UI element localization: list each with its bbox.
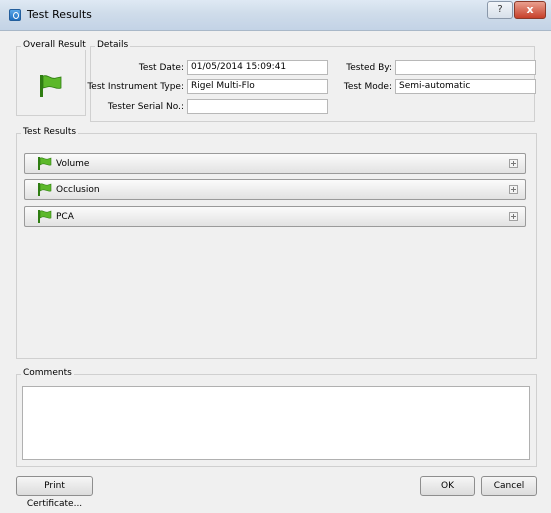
test-mode-label: Test Mode: bbox=[343, 82, 392, 92]
close-button[interactable]: x bbox=[514, 1, 546, 19]
comments-textarea[interactable] bbox=[22, 386, 530, 460]
expand-icon[interactable] bbox=[509, 212, 518, 221]
details-label: Details bbox=[95, 40, 131, 50]
title-bar[interactable]: Test Results ? x bbox=[0, 0, 551, 31]
test-mode-field[interactable]: Semi-automatic bbox=[395, 79, 536, 94]
result-row-label: Volume bbox=[56, 159, 90, 169]
tester-serial-label: Tester Serial No.: bbox=[107, 102, 184, 112]
tested-by-label: Tested By: bbox=[346, 63, 392, 73]
cancel-button[interactable]: Cancel bbox=[481, 476, 537, 496]
green-flag-icon bbox=[40, 75, 62, 97]
tested-by-field[interactable] bbox=[395, 60, 536, 75]
window-title: Test Results bbox=[27, 8, 92, 21]
result-row-label: PCA bbox=[56, 212, 74, 222]
result-row-label: Occlusion bbox=[56, 185, 100, 195]
print-certificate-button[interactable]: Print Certificate... bbox=[16, 476, 93, 509]
result-row-pca[interactable]: PCA bbox=[24, 206, 526, 227]
result-row-volume[interactable]: Volume bbox=[24, 153, 526, 174]
result-row-occlusion[interactable]: Occlusion bbox=[24, 179, 526, 200]
green-flag-icon bbox=[38, 183, 52, 196]
test-results-dialog: Test Results ? x Overall Result Details … bbox=[0, 0, 551, 509]
expand-icon[interactable] bbox=[509, 185, 518, 194]
tester-serial-field[interactable] bbox=[187, 99, 328, 114]
green-flag-icon bbox=[38, 210, 52, 223]
help-button[interactable]: ? bbox=[487, 1, 513, 19]
test-date-field[interactable]: 01/05/2014 15:09:41 bbox=[187, 60, 328, 75]
instrument-type-field[interactable]: Rigel Multi-Flo bbox=[187, 79, 328, 94]
expand-icon[interactable] bbox=[509, 159, 518, 168]
green-flag-icon bbox=[38, 157, 52, 170]
test-results-label: Test Results bbox=[21, 127, 79, 137]
ok-button[interactable]: OK bbox=[420, 476, 475, 496]
overall-result-label: Overall Result bbox=[21, 40, 88, 50]
app-icon bbox=[9, 9, 21, 21]
instrument-type-label: Test Instrument Type: bbox=[87, 82, 184, 92]
test-date-label: Test Date: bbox=[138, 63, 184, 73]
comments-label: Comments bbox=[21, 368, 74, 378]
